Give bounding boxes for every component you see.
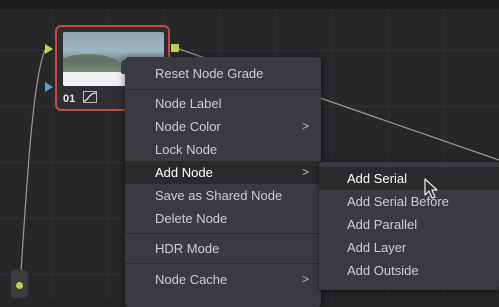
curves-tool-icon [83,91,97,103]
menu-item-label: Node Color [155,119,221,134]
menu-item-label: Delete Node [155,211,228,226]
menu-item-hdr-mode[interactable]: HDR Mode [125,237,321,260]
menu-item-reset-node-grade[interactable]: Reset Node Grade [125,62,321,85]
menu-item-node-color[interactable]: Node Color > [125,115,321,138]
submenu-item-add-layer[interactable]: Add Layer [319,236,499,259]
submenu-item-add-serial-before[interactable]: Add Serial Before [319,190,499,213]
menu-item-node-label[interactable]: Node Label [125,92,321,115]
input-wire [19,49,46,287]
menu-item-save-shared-node[interactable]: Save as Shared Node [125,184,321,207]
menu-item-add-node[interactable]: Add Node > [125,161,321,184]
menu-item-label: Save as Shared Node [155,188,283,203]
node-number-label: 01 [63,93,76,105]
menu-item-label: Add Serial [347,171,407,186]
chevron-right-icon: > [301,119,309,133]
node-context-menu: Reset Node Grade Node Label Node Color > … [125,57,321,307]
mouse-pointer-icon [424,178,438,199]
menu-item-lock-node[interactable]: Lock Node [125,138,321,161]
menu-item-label: Add Layer [347,240,407,255]
menu-item-label: Node Label [155,96,222,111]
menu-item-label: Node Cache [155,272,228,287]
menu-divider [125,263,321,264]
submenu-item-add-parallel[interactable]: Add Parallel [319,213,499,236]
chevron-right-icon: > [301,165,309,179]
submenu-item-add-outside[interactable]: Add Outside [319,259,499,282]
menu-item-label: Lock Node [155,142,218,157]
rgb-input-port[interactable] [45,44,53,54]
menu-item-label: Add Parallel [347,217,418,232]
menu-item-label: HDR Mode [155,241,220,256]
source-output-port[interactable] [16,282,23,289]
menu-item-node-cache[interactable]: Node Cache > [125,268,321,291]
submenu-item-add-serial[interactable]: Add Serial [319,167,499,190]
rgb-output-port[interactable] [171,44,179,52]
menu-divider [125,233,321,234]
menu-item-label: Reset Node Grade [155,66,264,81]
chevron-right-icon: > [301,272,309,286]
key-input-port[interactable] [45,82,53,92]
menu-item-label: Add Outside [347,263,419,278]
add-node-submenu: Add Serial Add Serial Before Add Paralle… [319,162,499,290]
menu-divider [125,89,321,90]
menu-item-label: Add Node [155,165,213,180]
menu-item-delete-node[interactable]: Delete Node [125,207,321,230]
